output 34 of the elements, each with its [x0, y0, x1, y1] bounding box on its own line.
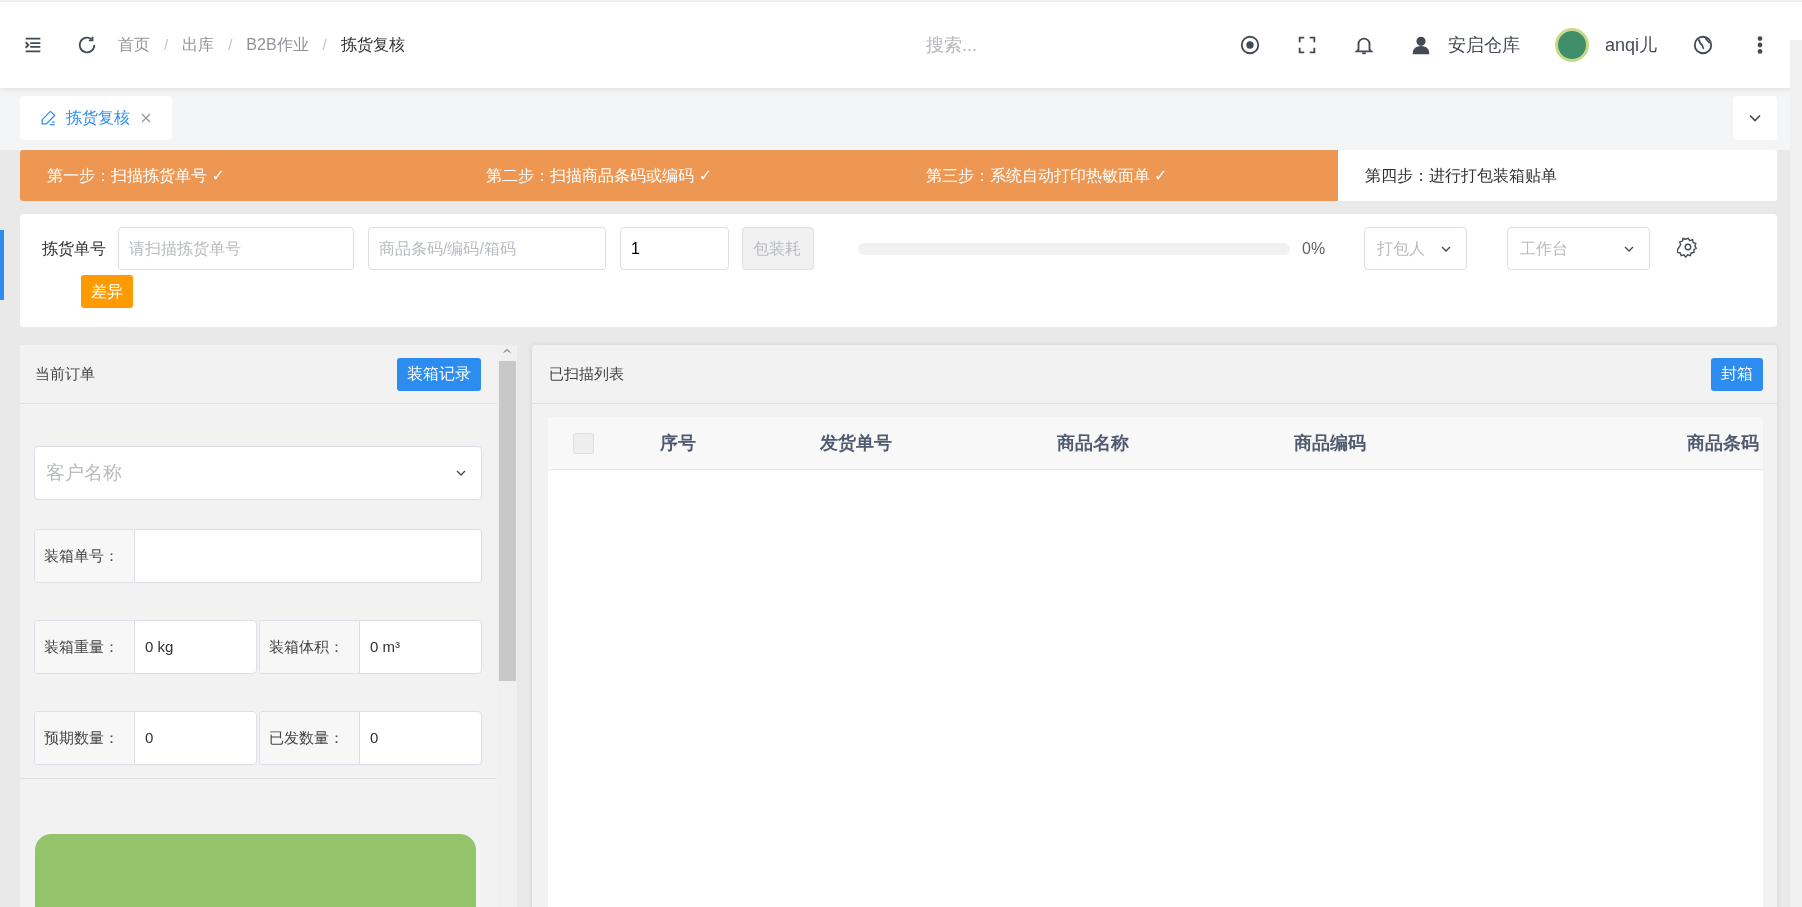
scrollbar-thumb[interactable] [498, 361, 516, 681]
step-item: 第一步：扫描拣货单号 ✓ [20, 150, 460, 201]
breadcrumb-separator: / [164, 34, 169, 55]
barcode-field[interactable]: 商品条码/编码/箱码 [368, 227, 606, 270]
column-header[interactable]: 发货单号 [820, 429, 892, 457]
pick-number-field[interactable]: 请扫描拣货单号 [118, 227, 354, 270]
sidebar-indicator [0, 230, 4, 300]
column-header[interactable]: 商品条码 [1687, 429, 1759, 457]
refresh-icon[interactable] [76, 34, 98, 56]
column-header[interactable]: 序号 [660, 429, 696, 457]
box-record-button[interactable]: 装箱记录 [397, 357, 481, 391]
field-label: 装箱单号： [35, 530, 135, 582]
target-icon[interactable] [1238, 34, 1261, 56]
panel-title: 已扫描列表 [549, 363, 624, 384]
breadcrumb-separator: / [228, 34, 233, 55]
seal-box-button[interactable]: 封箱 [1711, 357, 1763, 391]
column-header[interactable]: 商品名称 [1057, 429, 1129, 457]
settings-icon[interactable] [1677, 236, 1700, 258]
progress-reading: 0% [1302, 238, 1326, 259]
step-item: 第三步：系统自动打印热敏面单 ✓ [898, 150, 1338, 201]
breadcrumb-separator: / [322, 34, 327, 55]
user-name[interactable]: anqi儿 [1604, 31, 1657, 59]
column-header[interactable]: 商品编码 [1294, 429, 1366, 457]
breadcrumb-item: 拣货复核 [340, 35, 405, 55]
select-all-checkbox[interactable] [572, 432, 594, 454]
warehouse-name[interactable]: 安启仓库 [1447, 31, 1520, 59]
breadcrumb-item[interactable]: 出库 [182, 33, 215, 57]
step-item: 第二步：扫描商品条码或编码 ✓ [459, 150, 899, 201]
page-tab[interactable]: 拣货复核 [20, 96, 172, 140]
search-field[interactable]: 搜索... [923, 30, 1084, 60]
quantity-field[interactable]: 1 [620, 227, 729, 270]
avatar[interactable] [1554, 28, 1589, 62]
panel-title: 当前订单 [35, 363, 95, 384]
field-label: 拣货单号 [42, 238, 106, 259]
